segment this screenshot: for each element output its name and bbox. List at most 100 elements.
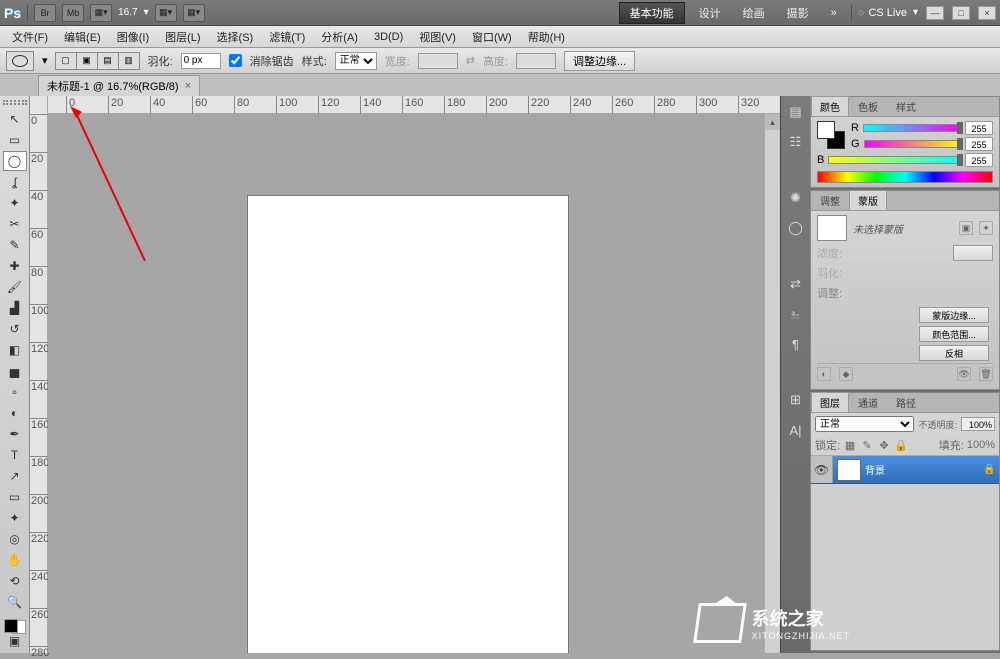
window-minimize-button[interactable]: — <box>926 6 944 20</box>
ellipse-marquee-tool[interactable]: ◯ <box>3 151 27 171</box>
menu-3d[interactable]: 3D(D) <box>368 29 409 45</box>
extras-icon[interactable]: ▦▾ <box>183 4 205 22</box>
r-slider[interactable] <box>863 124 961 132</box>
tab-paths[interactable]: 路径 <box>887 392 925 412</box>
tab-masks[interactable]: 蒙版 <box>849 190 887 210</box>
type-tool[interactable]: T <box>3 445 27 465</box>
clone-source-panel-icon[interactable]: ⇄ <box>784 272 808 296</box>
pixel-mask-icon[interactable]: ▣ <box>959 221 973 235</box>
menu-view[interactable]: 视图(V) <box>413 27 462 47</box>
screen-mode-icon[interactable]: ▦▾ <box>90 4 112 22</box>
arrange-docs-icon[interactable]: ▦▾ <box>155 4 177 22</box>
workspace-photography[interactable]: 摄影 <box>779 5 817 21</box>
window-close-button[interactable]: × <box>978 6 996 20</box>
menu-window[interactable]: 窗口(W) <box>466 27 518 47</box>
mask-load-icon[interactable]: ◐ <box>817 367 831 381</box>
blend-mode-select[interactable]: 正常 <box>815 416 914 432</box>
info-panel-icon[interactable]: A| <box>784 418 808 442</box>
foreground-color-swatch[interactable] <box>4 619 18 633</box>
tab-styles[interactable]: 样式 <box>887 96 925 116</box>
tab-layers[interactable]: 图层 <box>811 392 849 412</box>
layer-name[interactable]: 背景 <box>865 462 983 477</box>
quickmask-toggle[interactable]: ▣ <box>3 634 27 648</box>
marquee-tool[interactable]: ▭ <box>3 130 27 150</box>
b-slider[interactable] <box>828 156 961 164</box>
menu-layer[interactable]: 图层(L) <box>159 27 206 47</box>
mask-edge-button[interactable]: 蒙版边缘... <box>919 307 989 323</box>
document-canvas[interactable] <box>248 196 568 653</box>
fill-value[interactable]: 100% <box>967 439 995 451</box>
actions-panel-icon[interactable]: ☷ <box>784 130 808 154</box>
lock-transparency-icon[interactable]: ▦ <box>843 438 857 452</box>
menu-image[interactable]: 图像(I) <box>111 27 155 47</box>
style-select[interactable]: 正常 <box>335 52 377 70</box>
tool-preset-picker[interactable] <box>6 51 34 71</box>
move-tool[interactable]: ↖ <box>3 109 27 129</box>
eraser-tool[interactable]: ◧ <box>3 340 27 360</box>
window-maximize-button[interactable]: □ <box>952 6 970 20</box>
tab-swatches[interactable]: 色板 <box>849 96 887 116</box>
tab-color[interactable]: 颜色 <box>811 96 849 116</box>
eyedropper-tool[interactable]: ✎ <box>3 235 27 255</box>
antialias-checkbox[interactable] <box>229 54 242 67</box>
workspace-essentials[interactable]: 基本功能 <box>619 2 685 24</box>
history-brush-tool[interactable]: ↺ <box>3 319 27 339</box>
character-panel-icon[interactable]: ⎁ <box>784 302 808 326</box>
workspace-painting[interactable]: 绘画 <box>735 5 773 21</box>
menu-help[interactable]: 帮助(H) <box>522 27 571 47</box>
menu-filter[interactable]: 滤镜(T) <box>263 27 311 47</box>
document-tab[interactable]: 未标题-1 @ 16.7%(RGB/8) × <box>38 75 200 96</box>
document-tab-close-icon[interactable]: × <box>185 80 191 92</box>
mask-apply-icon[interactable]: ◆ <box>839 367 853 381</box>
menu-file[interactable]: 文件(F) <box>6 27 54 47</box>
selection-intersect-button[interactable]: ▥ <box>118 52 140 70</box>
paragraph-panel-icon[interactable]: ¶ <box>784 332 808 356</box>
lock-pixels-icon[interactable]: ✎ <box>860 438 874 452</box>
feather-input[interactable] <box>181 53 221 69</box>
lock-position-icon[interactable]: ✥ <box>877 438 891 452</box>
minibridge-icon[interactable]: Mb <box>62 4 84 22</box>
crop-tool[interactable]: ✂ <box>3 214 27 234</box>
workspace-design[interactable]: 设计 <box>691 5 729 21</box>
lasso-tool[interactable]: ʆ <box>3 172 27 192</box>
toolbox-handle[interactable] <box>3 100 27 105</box>
workspace-more[interactable]: » <box>823 7 845 19</box>
tab-channels[interactable]: 通道 <box>849 392 887 412</box>
g-value[interactable]: 255 <box>965 137 993 151</box>
mask-delete-icon[interactable]: 🗑 <box>979 367 993 381</box>
b-value[interactable]: 255 <box>965 153 993 167</box>
quick-select-tool[interactable]: ✦ <box>3 193 27 213</box>
g-slider[interactable] <box>864 140 961 148</box>
selection-new-button[interactable]: ▢ <box>55 52 77 70</box>
navigator-panel-icon[interactable]: ⊞ <box>784 388 808 412</box>
r-value[interactable]: 255 <box>965 121 993 135</box>
layer-thumbnail[interactable] <box>837 459 861 481</box>
color-range-button[interactable]: 颜色范围... <box>919 326 989 342</box>
color-panel-swatches[interactable] <box>817 121 845 149</box>
layer-visibility-icon[interactable]: 👁 <box>811 456 833 483</box>
rotate-view-tool[interactable]: ⟲ <box>3 571 27 591</box>
selection-sub-button[interactable]: ▤ <box>97 52 119 70</box>
opacity-value[interactable]: 100% <box>961 417 995 431</box>
brush-presets-panel-icon[interactable]: ◯ <box>784 216 808 240</box>
stamp-tool[interactable]: ▟ <box>3 298 27 318</box>
mask-toggle-icon[interactable]: 👁 <box>957 367 971 381</box>
color-ramp[interactable] <box>817 171 993 183</box>
dodge-tool[interactable]: ◐ <box>3 403 27 423</box>
cslive-menu[interactable]: CS Live <box>858 7 907 19</box>
gradient-tool[interactable]: ▅ <box>3 361 27 381</box>
blur-tool[interactable]: ∘ <box>3 382 27 402</box>
selection-add-button[interactable]: ▣ <box>76 52 98 70</box>
history-panel-icon[interactable]: ▤ <box>784 100 808 124</box>
shape-tool[interactable]: ▭ <box>3 487 27 507</box>
menu-analysis[interactable]: 分析(A) <box>315 27 364 47</box>
3d-tool[interactable]: ✦ <box>3 508 27 528</box>
spot-heal-tool[interactable]: ✚ <box>3 256 27 276</box>
refine-edge-button[interactable]: 调整边缘... <box>564 51 635 71</box>
vector-mask-icon[interactable]: ✦ <box>979 221 993 235</box>
menu-select[interactable]: 选择(S) <box>211 27 260 47</box>
scroll-up-icon[interactable]: ▲ <box>765 114 780 130</box>
invert-button[interactable]: 反相 <box>919 345 989 361</box>
3d-camera-tool[interactable]: ◎ <box>3 529 27 549</box>
zoom-level[interactable]: 16.7 <box>118 7 137 18</box>
